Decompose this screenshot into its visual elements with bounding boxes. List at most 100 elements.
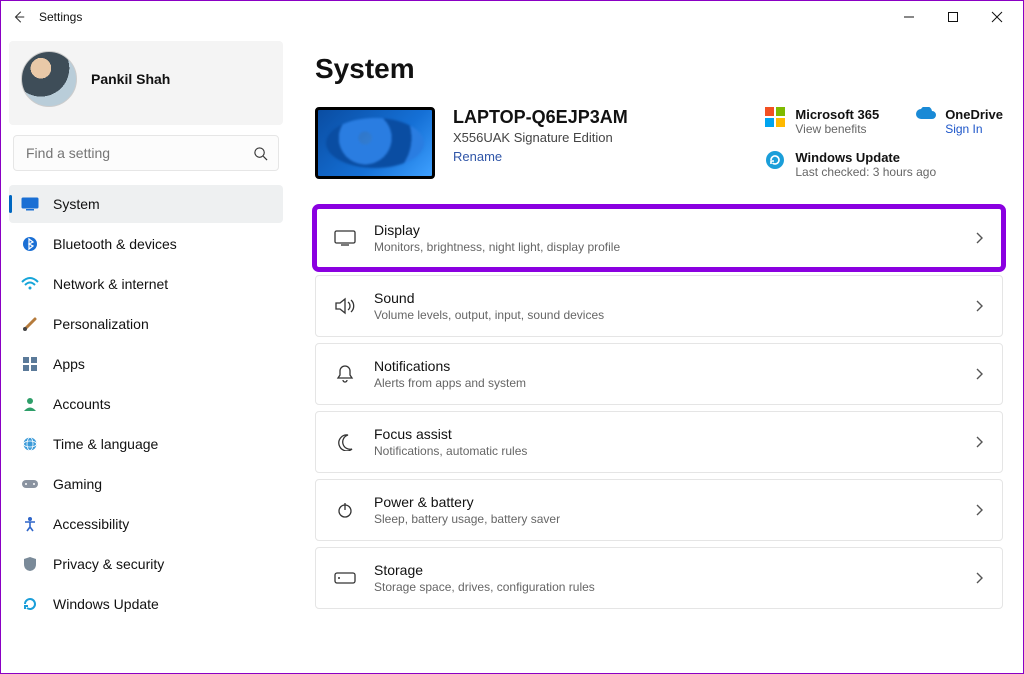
cloud-icon — [915, 107, 935, 127]
card-sub: Alerts from apps and system — [374, 376, 526, 390]
card-sub: Notifications, automatic rules — [374, 444, 527, 458]
person-icon — [21, 395, 39, 413]
bell-icon — [334, 363, 356, 385]
display-icon — [334, 227, 356, 249]
chevron-right-icon — [974, 435, 984, 449]
card-storage[interactable]: Storage Storage space, drives, configura… — [315, 547, 1003, 609]
m365-sub: View benefits — [795, 122, 879, 136]
update-title: Windows Update — [795, 150, 936, 165]
device-info: LAPTOP-Q6EJP3AM X556UAK Signature Editio… — [453, 107, 628, 164]
minimize-icon — [903, 11, 915, 23]
chevron-right-icon — [974, 571, 984, 585]
search-icon — [253, 146, 268, 161]
search-input[interactable] — [24, 144, 253, 162]
microsoft-icon — [765, 107, 785, 127]
nav-label: Accessibility — [53, 516, 129, 532]
nav-label: Time & language — [53, 436, 158, 452]
titlebar: Settings — [1, 1, 1023, 33]
system-icon — [21, 195, 39, 213]
profile-name: Pankil Shah — [91, 71, 170, 87]
nav-network[interactable]: Network & internet — [9, 265, 283, 303]
profile-card[interactable]: Pankil Shah — [9, 41, 283, 125]
card-sound[interactable]: Sound Volume levels, output, input, soun… — [315, 275, 1003, 337]
card-title: Focus assist — [374, 426, 527, 442]
storage-icon — [334, 567, 356, 589]
nav-label: Apps — [53, 356, 85, 372]
nav-label: Accounts — [53, 396, 111, 412]
sound-icon — [334, 295, 356, 317]
content-area: System LAPTOP-Q6EJP3AM X556UAK Signature… — [291, 33, 1023, 673]
moon-icon — [334, 431, 356, 453]
card-sub: Storage space, drives, configuration rul… — [374, 580, 595, 594]
nav-label: Network & internet — [53, 276, 168, 292]
onedrive-title: OneDrive — [945, 107, 1003, 122]
status-onedrive[interactable]: OneDrive Sign In — [915, 107, 1003, 136]
nav-accounts[interactable]: Accounts — [9, 385, 283, 423]
card-title: Sound — [374, 290, 604, 306]
card-title: Storage — [374, 562, 595, 578]
update-icon — [21, 595, 39, 613]
close-icon — [991, 11, 1003, 23]
card-title: Display — [374, 222, 620, 238]
chevron-right-icon — [974, 299, 984, 313]
nav-list: System Bluetooth & devices Network & int… — [9, 185, 283, 623]
nav-apps[interactable]: Apps — [9, 345, 283, 383]
onedrive-signin[interactable]: Sign In — [945, 122, 1003, 136]
nav-bluetooth[interactable]: Bluetooth & devices — [9, 225, 283, 263]
card-power-battery[interactable]: Power & battery Sleep, battery usage, ba… — [315, 479, 1003, 541]
nav-label: Windows Update — [53, 596, 159, 612]
update-circle-icon — [765, 150, 785, 170]
nav-personalization[interactable]: Personalization — [9, 305, 283, 343]
nav-gaming[interactable]: Gaming — [9, 465, 283, 503]
nav-label: System — [53, 196, 100, 212]
status-windows-update[interactable]: Windows Update Last checked: 3 hours ago — [765, 150, 1003, 179]
apps-icon — [21, 355, 39, 373]
device-thumbnail — [315, 107, 435, 179]
avatar — [21, 51, 77, 107]
nav-windows-update[interactable]: Windows Update — [9, 585, 283, 623]
card-sub: Volume levels, output, input, sound devi… — [374, 308, 604, 322]
device-row: LAPTOP-Q6EJP3AM X556UAK Signature Editio… — [315, 107, 1003, 179]
card-display[interactable]: Display Monitors, brightness, night ligh… — [315, 207, 1003, 269]
nav-privacy[interactable]: Privacy & security — [9, 545, 283, 583]
power-icon — [334, 499, 356, 521]
gamepad-icon — [21, 475, 39, 493]
brush-icon — [21, 315, 39, 333]
nav-label: Bluetooth & devices — [53, 236, 177, 252]
nav-accessibility[interactable]: Accessibility — [9, 505, 283, 543]
maximize-icon — [947, 11, 959, 23]
device-name: LAPTOP-Q6EJP3AM — [453, 107, 628, 128]
card-sub: Sleep, battery usage, battery saver — [374, 512, 560, 526]
globe-icon — [21, 435, 39, 453]
rename-link[interactable]: Rename — [453, 149, 628, 164]
wifi-icon — [21, 275, 39, 293]
card-title: Notifications — [374, 358, 526, 374]
card-sub: Monitors, brightness, night light, displ… — [374, 240, 620, 254]
close-button[interactable] — [975, 3, 1019, 31]
window-title: Settings — [39, 10, 82, 24]
back-button[interactable] — [5, 3, 33, 31]
nav-label: Personalization — [53, 316, 149, 332]
nav-label: Privacy & security — [53, 556, 164, 572]
nav-system[interactable]: System — [9, 185, 283, 223]
chevron-right-icon — [974, 231, 984, 245]
nav-label: Gaming — [53, 476, 102, 492]
status-m365[interactable]: Microsoft 365 View benefits — [765, 107, 879, 136]
card-notifications[interactable]: Notifications Alerts from apps and syste… — [315, 343, 1003, 405]
page-title: System — [315, 53, 1003, 85]
search-box[interactable] — [13, 135, 279, 171]
maximize-button[interactable] — [931, 3, 975, 31]
card-focus-assist[interactable]: Focus assist Notifications, automatic ru… — [315, 411, 1003, 473]
chevron-right-icon — [974, 367, 984, 381]
accessibility-icon — [21, 515, 39, 533]
shield-icon — [21, 555, 39, 573]
minimize-button[interactable] — [887, 3, 931, 31]
card-title: Power & battery — [374, 494, 560, 510]
m365-title: Microsoft 365 — [795, 107, 879, 122]
arrow-left-icon — [12, 10, 26, 24]
nav-time-language[interactable]: Time & language — [9, 425, 283, 463]
chevron-right-icon — [974, 503, 984, 517]
settings-card-list: Display Monitors, brightness, night ligh… — [315, 207, 1003, 609]
device-model: X556UAK Signature Edition — [453, 130, 628, 145]
update-sub: Last checked: 3 hours ago — [795, 165, 936, 179]
